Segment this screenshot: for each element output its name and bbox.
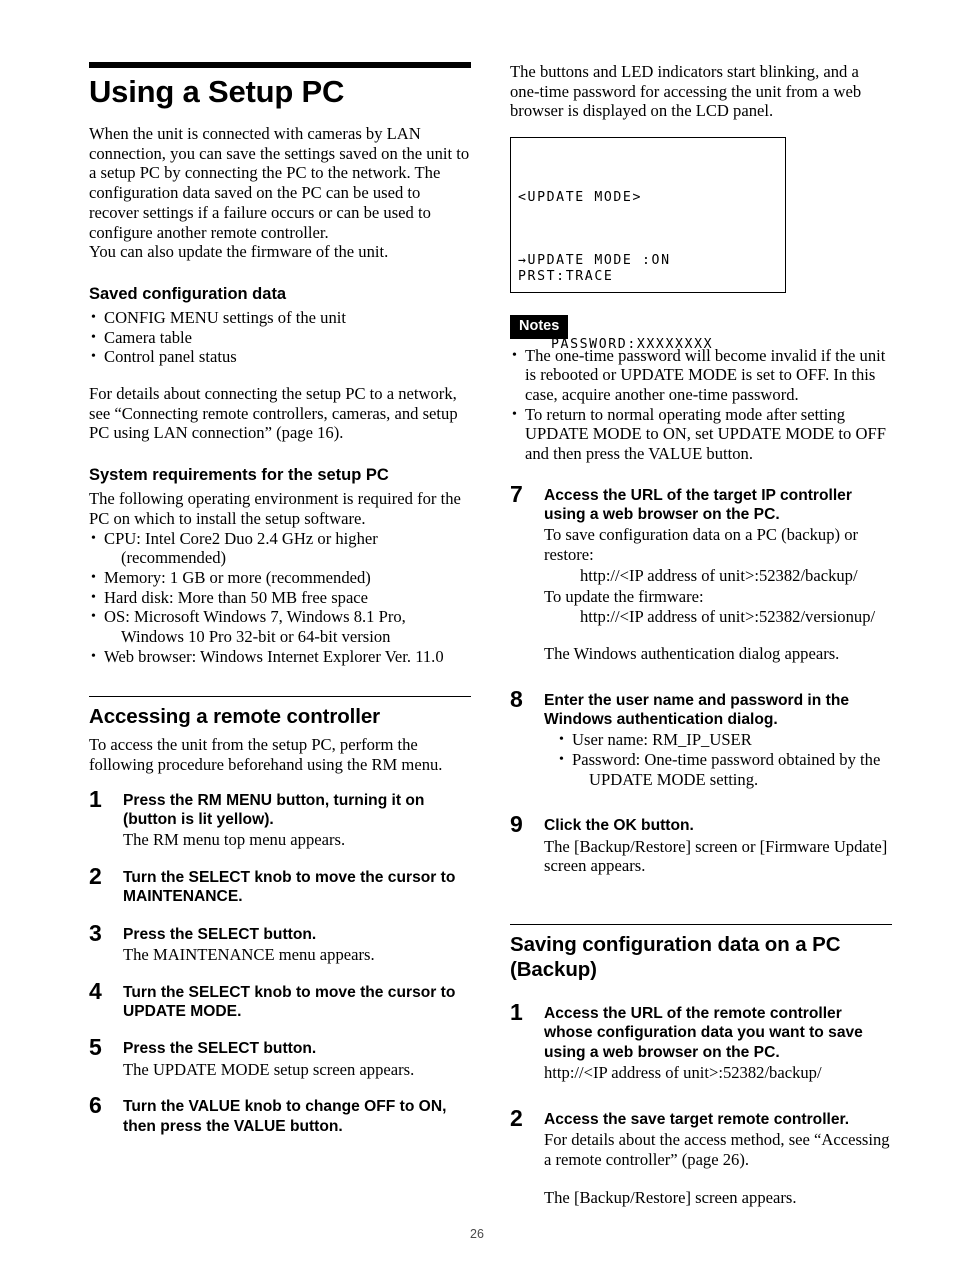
list-item-text: The one-time password will become invali… <box>525 345 886 405</box>
list-item: CONFIG MENU settings of the unit <box>89 308 471 328</box>
step-1: 1 Press the RM MENU button, turning it o… <box>89 785 471 850</box>
step-detail: For details about the access method, see… <box>544 1129 890 1169</box>
list-item: Hard disk: More than 50 MB free space <box>89 588 471 608</box>
list-item-text: Memory: 1 GB or more (recommended) <box>104 567 371 587</box>
step-lead: Press the SELECT button. <box>123 1040 317 1058</box>
list-item: Control panel status <box>89 347 471 367</box>
list-item-text: CONFIG MENU settings of the unit <box>104 307 346 327</box>
step-5: 5 Press the SELECT button. The UPDATE MO… <box>89 1034 471 1079</box>
right-intro-paragraph: The buttons and LED indicators start bli… <box>510 62 862 121</box>
list-item: CPU: Intel Core2 Duo 2.4 GHz or higher (… <box>89 529 471 568</box>
list-item-text: Password: One-time password obtained by … <box>572 749 881 769</box>
title-rule <box>89 62 471 68</box>
page-title: Using a Setup PC <box>89 74 345 109</box>
intro-paragraph-2: You can also update the firmware of the … <box>89 242 389 262</box>
saved-config-list: CONFIG MENU settings of the unit Camera … <box>89 308 471 367</box>
step-detail-backup-url: http://<IP address of unit>:52382/backup… <box>544 566 892 586</box>
step-lead: Press the RM MENU button, turning it on … <box>123 791 425 829</box>
list-item-text: CPU: Intel Core2 Duo 2.4 GHz or higher <box>104 528 378 548</box>
saving-heading: Saving configuration data on a PC (Backu… <box>510 933 841 982</box>
lcd-panel-illustration: <UPDATE MODE> →UPDATE MODE :ON PASSWORD:… <box>510 137 786 352</box>
step-4: 4 Turn the SELECT knob to move the curso… <box>89 977 471 1022</box>
list-item-text: Control panel status <box>104 347 237 367</box>
list-item: Memory: 1 GB or more (recommended) <box>89 568 471 588</box>
list-item: OS: Microsoft Windows 7, Windows 8.1 Pro… <box>89 607 471 646</box>
list-item: Camera table <box>89 328 471 348</box>
list-item-text: Camera table <box>104 327 192 347</box>
step-number: 7 <box>510 480 523 507</box>
step-lead: Turn the SELECT knob to move the cursor … <box>123 869 456 906</box>
lcd-line-footer: PRST:TRACE <box>518 269 614 285</box>
step-detail: The [Backup/Restore] screen or [Firmware… <box>544 836 888 876</box>
list-item-continuation: UPDATE MODE setting. <box>589 769 759 789</box>
step-number: 2 <box>89 863 102 890</box>
list-item-text: OS: Microsoft Windows 7, Windows 8.1 Pro… <box>104 607 406 627</box>
versionup-url: http://<IP address of unit>:52382/versio… <box>580 607 876 627</box>
step-9: 9 Click the OK button. The [Backup/Resto… <box>510 811 892 876</box>
step-detail-firmware-intro: To update the firmware: <box>544 586 704 606</box>
step-lead: Click the OK button. <box>544 817 694 835</box>
step-detail: The MAINTENANCE menu appears. <box>123 945 375 965</box>
saved-config-heading: Saved configuration data <box>89 284 287 303</box>
accessing-section-rule <box>89 696 471 698</box>
notes-list: The one-time password will become invali… <box>510 346 892 464</box>
step-number: 9 <box>510 811 523 838</box>
step-number: 4 <box>89 977 102 1004</box>
saved-config-note: For details about connecting the setup P… <box>89 384 458 443</box>
step-number: 1 <box>89 785 102 812</box>
step-detail-firmware-url: http://<IP address of unit>:52382/versio… <box>544 607 892 627</box>
step-detail: The RM menu top menu appears. <box>123 830 346 850</box>
step-lead: Access the save target remote controller… <box>544 1110 850 1128</box>
step-number: 6 <box>89 1092 102 1119</box>
step-detail-url: http://<IP address of unit>:52382/backup… <box>544 1062 822 1082</box>
backup-url: http://<IP address of unit>:52382/backup… <box>580 565 858 585</box>
list-item-text: Hard disk: More than 50 MB free space <box>104 587 369 607</box>
document-page: Using a Setup PC When the unit is connec… <box>0 0 954 1274</box>
closing-text: The [Backup/Restore] screen appears. <box>544 1188 797 1208</box>
system-requirements-intro: The following operating environment is r… <box>89 489 461 528</box>
system-requirements-heading: System requirements for the setup PC <box>89 466 389 485</box>
list-item: The one-time password will become invali… <box>510 346 892 405</box>
intro-paragraph: When the unit is connected with cameras … <box>89 124 470 242</box>
left-column: Using a Setup PC When the unit is connec… <box>89 62 471 1154</box>
list-item-continuation: (recommended) <box>121 548 227 568</box>
list-item: To return to normal operating mode after… <box>510 405 892 464</box>
step-lead: Turn the SELECT knob to move the cursor … <box>123 983 456 1021</box>
list-item-continuation: Windows 10 Pro 32-bit or 64-bit version <box>121 627 391 647</box>
accessing-heading: Accessing a remote controller <box>89 705 381 729</box>
step-detail: The UPDATE MODE setup screen appears. <box>123 1059 415 1079</box>
credentials-list: User name: RM_IP_USER Password: One-time… <box>544 730 892 789</box>
list-item: Password: One-time password obtained by … <box>556 750 892 789</box>
step-detail-dialog: The Windows authentication dialog appear… <box>544 643 840 663</box>
list-item-text: User name: RM_IP_USER <box>572 730 752 750</box>
step-2: 2 Turn the SELECT knob to move the curso… <box>89 863 471 907</box>
step-lead: Access the URL of the target IP controll… <box>544 486 852 524</box>
list-item: User name: RM_IP_USER <box>556 730 892 750</box>
step-7: 7 Access the URL of the target IP contro… <box>510 480 892 664</box>
save-step-1: 1 Access the URL of the remote controlle… <box>510 999 892 1083</box>
step-number: 1 <box>510 999 523 1026</box>
step-number: 5 <box>89 1034 102 1061</box>
accessing-intro: To access the unit from the setup PC, pe… <box>89 735 443 775</box>
step-8: 8 Enter the user name and password in th… <box>510 685 892 790</box>
page-number: 26 <box>470 1227 484 1241</box>
right-column: The buttons and LED indicators start bli… <box>510 62 892 1226</box>
list-item-text: To return to normal operating mode after… <box>525 404 886 464</box>
list-item: Web browser: Windows Internet Explorer V… <box>89 647 471 667</box>
step-number: 2 <box>510 1104 523 1131</box>
save-step-2: 2 Access the save target remote controll… <box>510 1104 892 1208</box>
system-requirements-list: CPU: Intel Core2 Duo 2.4 GHz or higher (… <box>89 529 471 667</box>
step-lead: Turn the VALUE knob to change OFF to ON,… <box>123 1098 447 1135</box>
step-6: 6 Turn the VALUE knob to change OFF to O… <box>89 1092 471 1136</box>
step-detail-backup-intro: To save configuration data on a PC (back… <box>544 525 859 565</box>
step-lead: Press the SELECT button. <box>123 925 317 943</box>
lcd-line-title: <UPDATE MODE> <box>518 190 643 206</box>
step-number: 3 <box>89 919 102 946</box>
saving-section-rule <box>510 924 892 926</box>
step-3: 3 Press the SELECT button. The MAINTENAN… <box>89 919 471 965</box>
step-number: 8 <box>510 685 523 712</box>
step-lead: Enter the user name and password in the … <box>544 691 850 728</box>
list-item-text: Web browser: Windows Internet Explorer V… <box>104 646 444 666</box>
step-lead: Access the URL of the remote controller … <box>544 1005 863 1061</box>
